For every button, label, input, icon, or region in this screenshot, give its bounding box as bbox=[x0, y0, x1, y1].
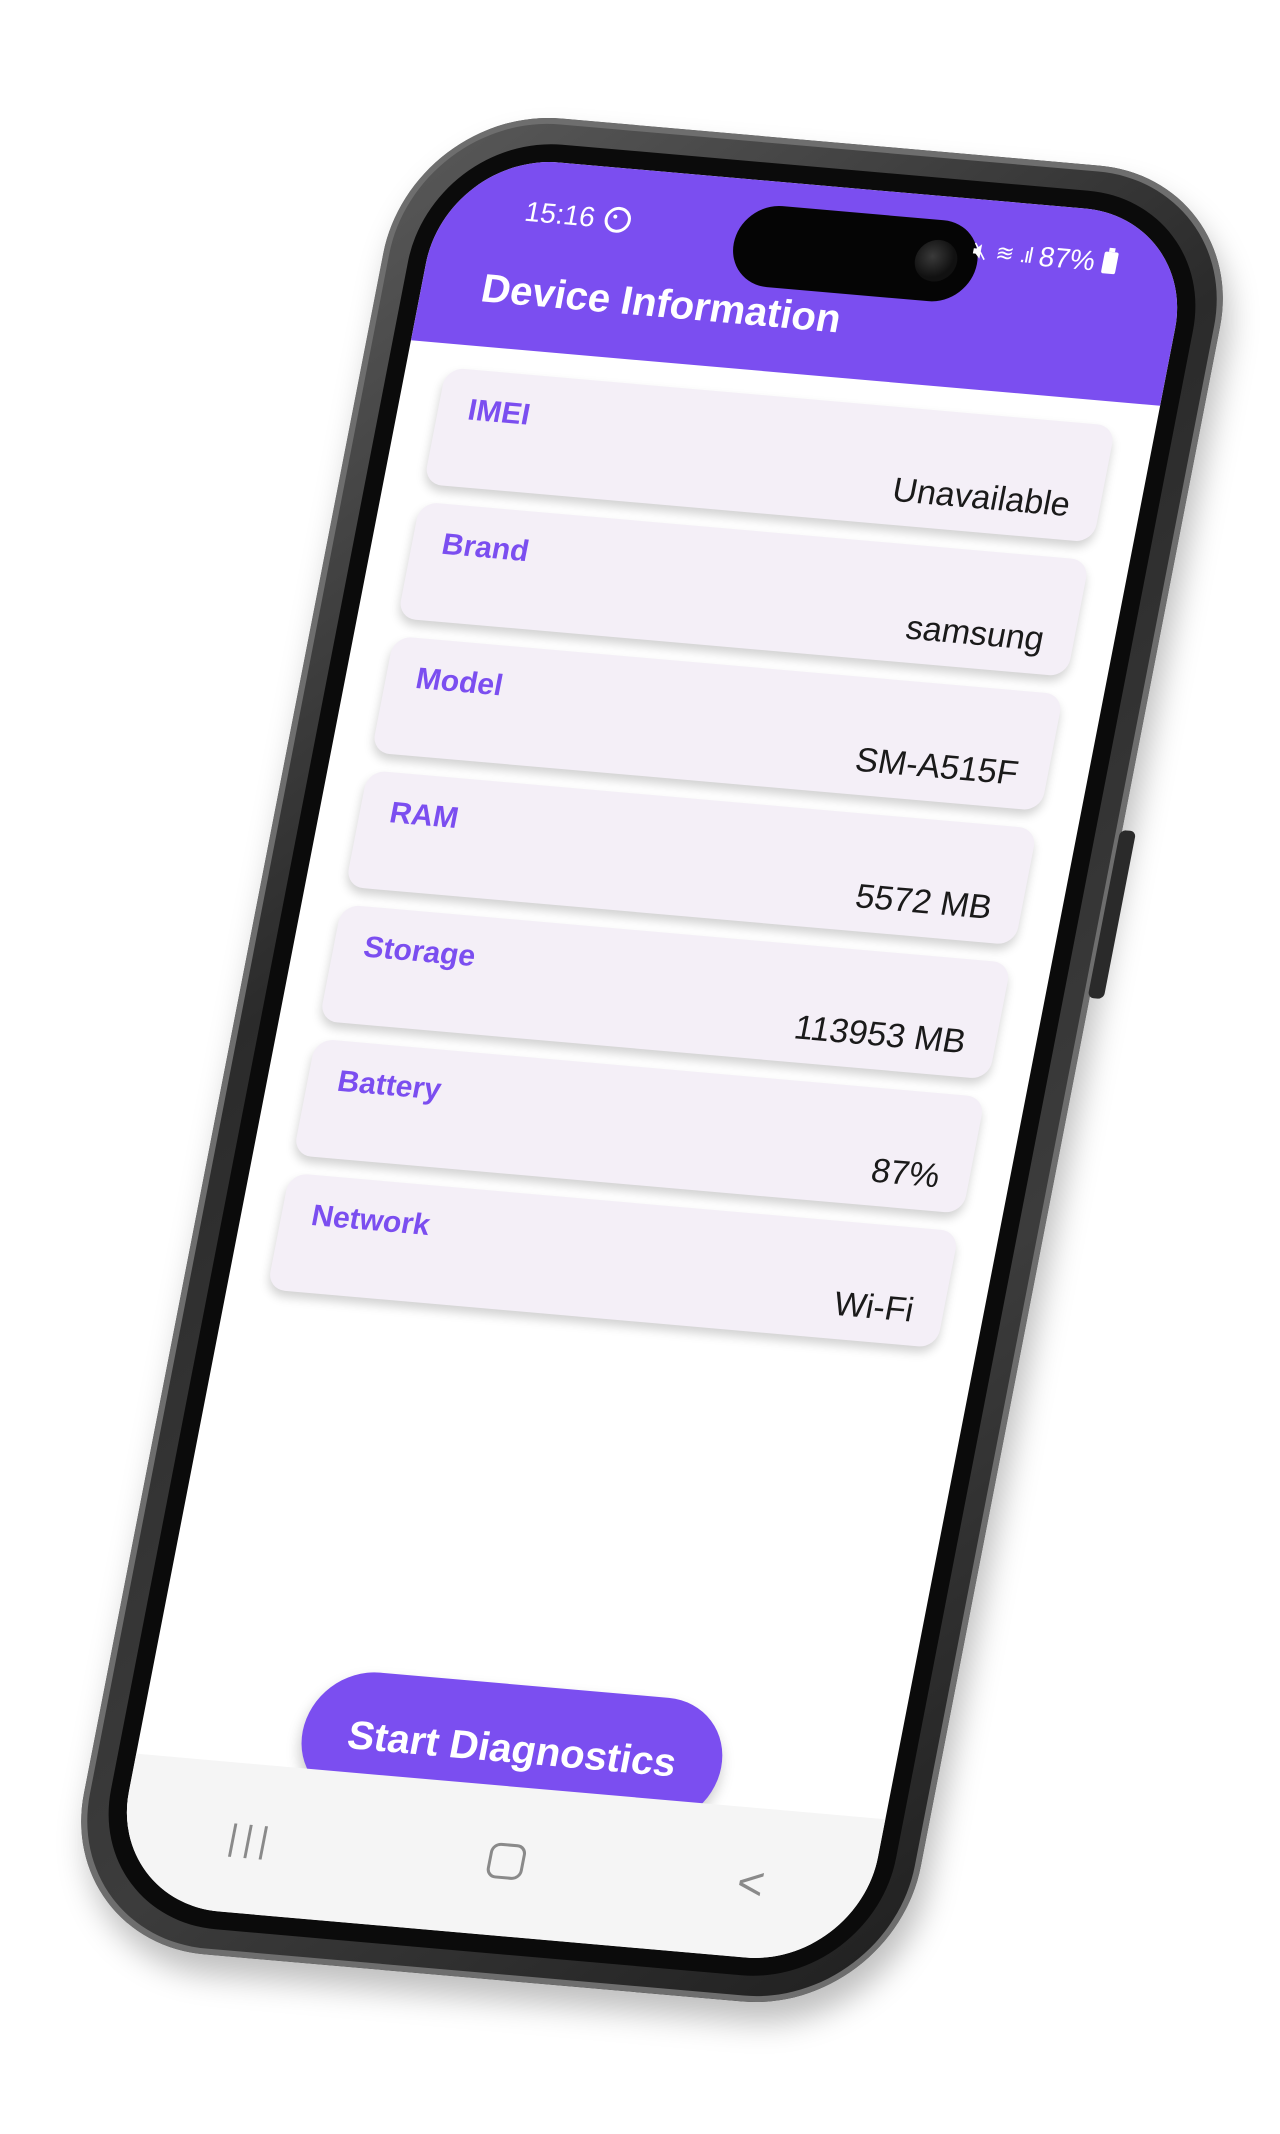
status-time: 15:16 bbox=[522, 195, 598, 233]
info-label: IMEI bbox=[465, 393, 533, 432]
info-value: 87% bbox=[867, 1151, 944, 1196]
scene: 15:16 🔇︎ ≋ .ıl 87% Device Information IM… bbox=[0, 0, 1280, 2134]
battery-icon bbox=[1100, 251, 1119, 275]
back-button[interactable]: < bbox=[732, 1855, 769, 1911]
info-label: Storage bbox=[360, 930, 479, 973]
recents-button[interactable]: ||| bbox=[225, 1816, 279, 1861]
gear-icon bbox=[602, 205, 634, 234]
info-value: Unavailable bbox=[889, 471, 1074, 525]
phone-device: 15:16 🔇︎ ≋ .ıl 87% Device Information IM… bbox=[55, 105, 1249, 2015]
info-value: 113953 MB bbox=[791, 1008, 970, 1062]
device-info-list: IMEI Unavailable Brand samsung Model SM-A515F… bbox=[264, 367, 1116, 1365]
info-value: samsung bbox=[902, 608, 1048, 659]
status-time-group: 15:16 bbox=[522, 196, 634, 237]
info-value: SM-A515F bbox=[852, 740, 1022, 793]
front-camera-icon bbox=[911, 238, 961, 284]
info-label: Model bbox=[412, 662, 506, 703]
battery-percentage: 87% bbox=[1036, 240, 1099, 277]
signal-icon: .ıl bbox=[1017, 242, 1034, 268]
home-icon[interactable] bbox=[484, 1841, 528, 1881]
info-label: Brand bbox=[439, 527, 532, 569]
info-value: 5572 MB bbox=[852, 877, 996, 927]
info-label: Network bbox=[308, 1199, 433, 1243]
wifi-icon: ≋ bbox=[993, 240, 1015, 267]
dynamic-island bbox=[725, 202, 985, 305]
info-label: RAM bbox=[386, 796, 462, 835]
info-label: Battery bbox=[334, 1064, 445, 1107]
info-value: Wi-Fi bbox=[830, 1285, 917, 1330]
status-indicators: 🔇︎ ≋ .ıl 87% bbox=[970, 235, 1120, 279]
